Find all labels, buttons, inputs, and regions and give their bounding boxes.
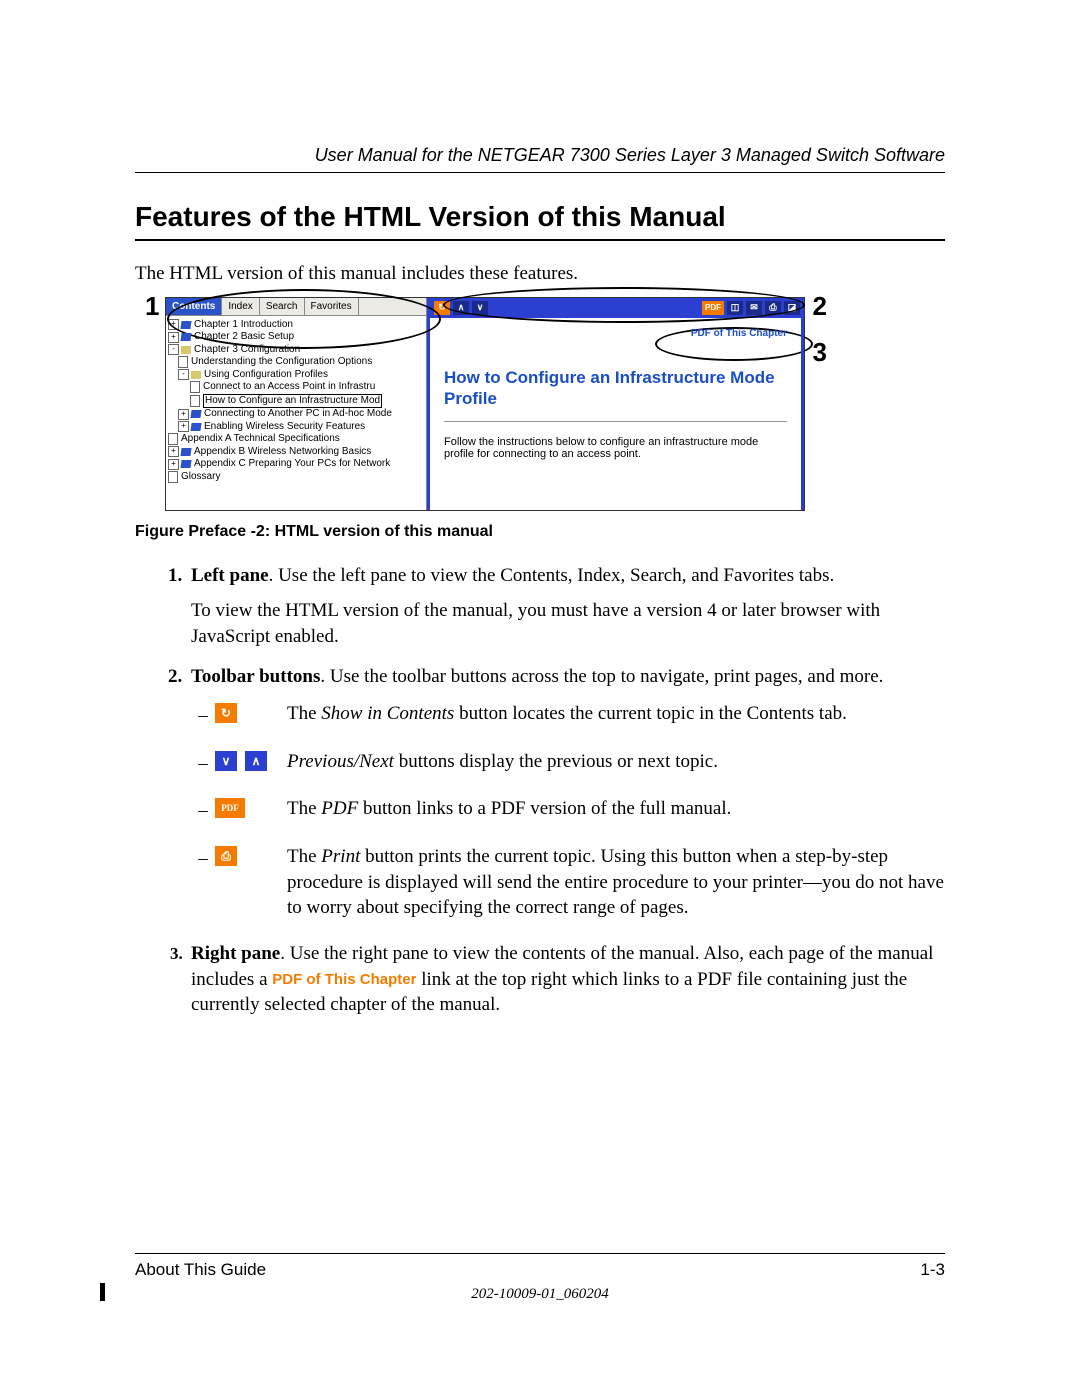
footer-page: 1-3: [920, 1260, 945, 1280]
bookmark2-icon[interactable]: ◪: [784, 301, 800, 315]
next-icon: ∨: [215, 751, 237, 771]
list-item-1: Left pane. Use the left pane to view the…: [187, 563, 945, 650]
help-toolbar: ↻ ∧ ∨ PDF ◫ ✉ ⎙ ◪: [430, 298, 804, 318]
running-head: User Manual for the NETGEAR 7300 Series …: [135, 145, 945, 166]
help-tabs: Contents Index Search Favorites: [166, 298, 426, 316]
help-topic-title: How to Configure an Infrastructure Mode …: [444, 367, 787, 423]
tab-favorites[interactable]: Favorites: [305, 298, 359, 315]
callout-1: 1: [145, 291, 159, 322]
help-content: PDF of This Chapter How to Configure an …: [430, 318, 804, 510]
toolbar-item-show-in-contents: – ↻ The Show in Contents button locates …: [191, 701, 945, 729]
screenshot: Contents Index Search Favorites +Chapter…: [165, 297, 805, 511]
footer-docnum: 202-10009-01_060204: [135, 1286, 945, 1303]
intro-text: The HTML version of this manual includes…: [135, 261, 945, 287]
feature-list: Left pane. Use the left pane to view the…: [135, 563, 945, 1018]
prev-topic-icon[interactable]: ∧: [453, 301, 469, 315]
print-icon[interactable]: ⎙: [765, 301, 781, 315]
section-title: Features of the HTML Version of this Man…: [135, 201, 945, 233]
contents-tree[interactable]: +Chapter 1 Introduction +Chapter 2 Basic…: [166, 316, 426, 510]
help-right-pane: ↻ ∧ ∨ PDF ◫ ✉ ⎙ ◪ PDF of This Chapter Ho…: [427, 298, 804, 510]
pdf-of-this-chapter-inline-link[interactable]: PDF of This Chapter: [272, 971, 416, 988]
tab-index[interactable]: Index: [222, 298, 259, 315]
header-rule: [135, 172, 945, 173]
show-in-contents-icon: ↻: [215, 703, 237, 723]
change-bar: [100, 1283, 105, 1301]
footer-section: About This Guide: [135, 1260, 266, 1280]
callout-2: 2: [813, 291, 827, 322]
pdf-icon[interactable]: PDF: [702, 301, 724, 315]
email-icon[interactable]: ✉: [746, 301, 762, 315]
print-icon: ⎙: [215, 846, 237, 866]
bookmark-icon[interactable]: ◫: [727, 301, 743, 315]
show-in-contents-icon[interactable]: ↻: [434, 301, 450, 315]
footer: About This Guide 1-3 202-10009-01_060204: [135, 1253, 945, 1303]
list-item-1-subpara: To view the HTML version of the manual, …: [191, 598, 945, 649]
help-left-pane: Contents Index Search Favorites +Chapter…: [166, 298, 427, 510]
pdf-of-this-chapter-link[interactable]: PDF of This Chapter: [444, 328, 787, 339]
page: User Manual for the NETGEAR 7300 Series …: [0, 0, 1080, 1397]
title-rule: [135, 239, 945, 241]
list-item-3: Right pane. Use the right pane to view t…: [187, 941, 945, 1018]
figure-caption: Figure Preface -2: HTML version of this …: [135, 523, 945, 541]
toolbar-button-list: – ↻ The Show in Contents button locates …: [191, 701, 945, 921]
pdf-icon: PDF: [215, 798, 245, 818]
callout-3: 3: [813, 337, 827, 368]
help-topic-body: Follow the instructions below to configu…: [444, 436, 787, 460]
toolbar-item-prev-next: – ∨ ∧ Previous/Next buttons display the …: [191, 749, 945, 777]
list-item-2: Toolbar buttons. Use the toolbar buttons…: [187, 664, 945, 921]
toolbar-item-pdf: – PDF The PDF button links to a PDF vers…: [191, 796, 945, 824]
toolbar-item-print: – ⎙ The Print button prints the current …: [191, 844, 945, 921]
tab-search[interactable]: Search: [260, 298, 305, 315]
next-topic-icon[interactable]: ∨: [472, 301, 488, 315]
prev-icon: ∧: [245, 751, 267, 771]
figure: 1 2 3 Contents Index Search Favorites +C…: [165, 297, 805, 511]
tab-contents[interactable]: Contents: [166, 298, 222, 315]
